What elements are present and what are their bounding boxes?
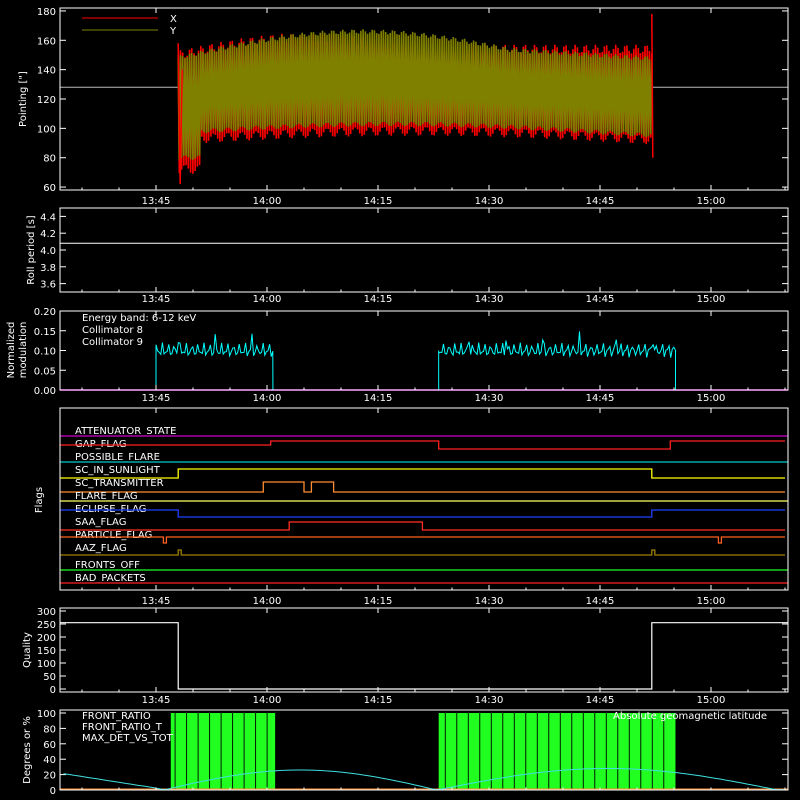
mod-energy-band: Energy band: 6-12 keV: [82, 313, 196, 324]
roll-xtick-label: 14:00: [253, 294, 282, 305]
flag-label: SC_TRANSMITTER: [75, 478, 164, 489]
pointing-xtick-label: 14:15: [364, 196, 393, 207]
ratios-right-label: Absolute geomagnetic latitude: [613, 711, 767, 722]
mod-xtick-label: 15:00: [697, 393, 726, 404]
roll-xtick-label: 14:15: [364, 294, 393, 305]
flag-label: SAA_FLAG: [75, 517, 126, 528]
pointing-ytick-label: 60: [43, 183, 56, 194]
flags-ylabel: Flags: [34, 487, 45, 513]
ratios-ytick-label: 20: [43, 771, 56, 782]
mod-ytick-label: 0.10: [34, 347, 56, 358]
flag-label: PARTICLE_FLAG: [75, 530, 152, 541]
pointing-ylabel: Pointing ["]: [18, 71, 29, 127]
quality-series-line: [60, 622, 788, 690]
flags-xtick-label: 14:30: [475, 596, 504, 607]
pointing-ytick-label: 80: [43, 154, 56, 165]
ratios-bar-block: [438, 713, 676, 790]
mod-ytick-label: 0.05: [34, 366, 56, 377]
ratios-legend-label: FRONT_RATIO_T: [82, 722, 163, 733]
flag-line: [60, 509, 785, 518]
mod-ylabel-2: modulation: [18, 322, 29, 379]
ratios-ytick-label: 100: [37, 709, 56, 720]
pointing-ytick-label: 100: [37, 124, 56, 135]
flag-line: [60, 549, 785, 556]
pointing-legend-label: X: [170, 14, 177, 25]
flag-line: [60, 536, 785, 544]
mod-ytick-label: 0.15: [34, 327, 56, 338]
pointing-ytick-label: 120: [37, 95, 56, 106]
roll-xtick-label: 13:45: [142, 294, 171, 305]
flag-label: SC_IN_SUNLIGHT: [75, 465, 161, 476]
pointing-ytick-label: 180: [37, 7, 56, 18]
quality-ytick-label: 50: [43, 672, 56, 683]
ratios-ytick-label: 80: [43, 724, 56, 735]
flags-xtick-label: 14:00: [253, 596, 282, 607]
quality-ytick-label: 200: [37, 633, 56, 644]
pointing-end-spike: [651, 13, 654, 158]
flag-line: [60, 440, 785, 450]
flags-xtick-label: 14:45: [586, 596, 615, 607]
ratios-frame: [59, 709, 789, 791]
mod-xtick-label: 13:45: [142, 393, 171, 404]
roll-xtick-label: 14:45: [586, 294, 615, 305]
roll-frame: [59, 207, 789, 293]
ratios-ytick-label: 60: [43, 740, 56, 751]
quality-ytick-label: 100: [37, 659, 56, 670]
quality-xtick-label: 14:45: [586, 695, 615, 706]
quality-ytick-label: 0: [50, 685, 56, 696]
quality-xtick-label: 14:00: [253, 695, 282, 706]
ratios-ytick-label: 40: [43, 755, 56, 766]
ratios-legend-label: MAX_DET_VS_TOT: [82, 733, 174, 744]
roll-ytick-label: 4.2: [40, 229, 56, 240]
quality-xtick-label: 15:00: [697, 695, 726, 706]
pointing-ytick-label: 140: [37, 66, 56, 77]
roll-ytick-label: 4.4: [40, 212, 56, 223]
roll-xtick-label: 15:00: [697, 294, 726, 305]
pointing-xtick-label: 14:00: [253, 196, 282, 207]
pointing-ytick-label: 160: [37, 36, 56, 47]
mod-ytick-label: 0.00: [34, 386, 56, 397]
ratios-legend-label: FRONT_RATIO: [82, 711, 151, 722]
quality-frame: [59, 607, 789, 693]
quality-ytick-label: 150: [37, 646, 56, 657]
roll-xtick-label: 14:30: [475, 294, 504, 305]
figure: 60 80 100 120 140 160 180 XY 13:45 14:00 14:15 14:3…: [6, 7, 789, 797]
flags-xtick-label: 15:00: [697, 596, 726, 607]
flag-line: [60, 521, 785, 531]
pointing-legend-label: Y: [169, 26, 177, 37]
roll-ytick-label: 3.8: [40, 263, 56, 274]
quality-xtick-label: 13:45: [142, 695, 171, 706]
roll-ylabel: Roll period [s]: [26, 215, 37, 284]
flags-xtick-label: 13:45: [142, 596, 171, 607]
pointing-xtick-label: 14:45: [586, 196, 615, 207]
mod-xtick-label: 14:15: [364, 393, 393, 404]
mod-legend-label: Collimator 9: [82, 337, 143, 348]
mod-xtick-label: 14:00: [253, 393, 282, 404]
quality-ylabel: Quality: [22, 632, 33, 668]
mod-xtick-label: 14:30: [475, 393, 504, 404]
quality-ytick-label: 300: [37, 607, 56, 618]
flag-line: [60, 468, 785, 479]
mod-xtick-label: 14:45: [586, 393, 615, 404]
quality-xtick-label: 14:30: [475, 695, 504, 706]
flag-line: [60, 481, 785, 493]
ratios-ylabel: Degrees or %: [22, 716, 33, 784]
roll-ytick-label: 3.6: [40, 280, 56, 291]
mod-ytick-label: 0.20: [34, 307, 56, 318]
mod-ylabel-1: Normalized: [6, 322, 17, 379]
flag-label: AAZ_FLAG: [75, 543, 127, 554]
mod-series-c8: [155, 333, 274, 391]
mod-legend-label: Collimator 8: [82, 325, 143, 336]
pointing-xtick-label: 15:00: [697, 196, 726, 207]
mod-series-c8: [438, 331, 677, 391]
quality-ytick-label: 250: [37, 620, 56, 631]
pointing-xtick-label: 13:45: [142, 196, 171, 207]
pointing-xtick-label: 14:30: [475, 196, 504, 207]
ratios-ytick-label: 0: [50, 786, 56, 797]
quality-xtick-label: 14:15: [364, 695, 393, 706]
roll-ytick-label: 4.0: [40, 246, 56, 257]
flags-xtick-label: 14:15: [364, 596, 393, 607]
